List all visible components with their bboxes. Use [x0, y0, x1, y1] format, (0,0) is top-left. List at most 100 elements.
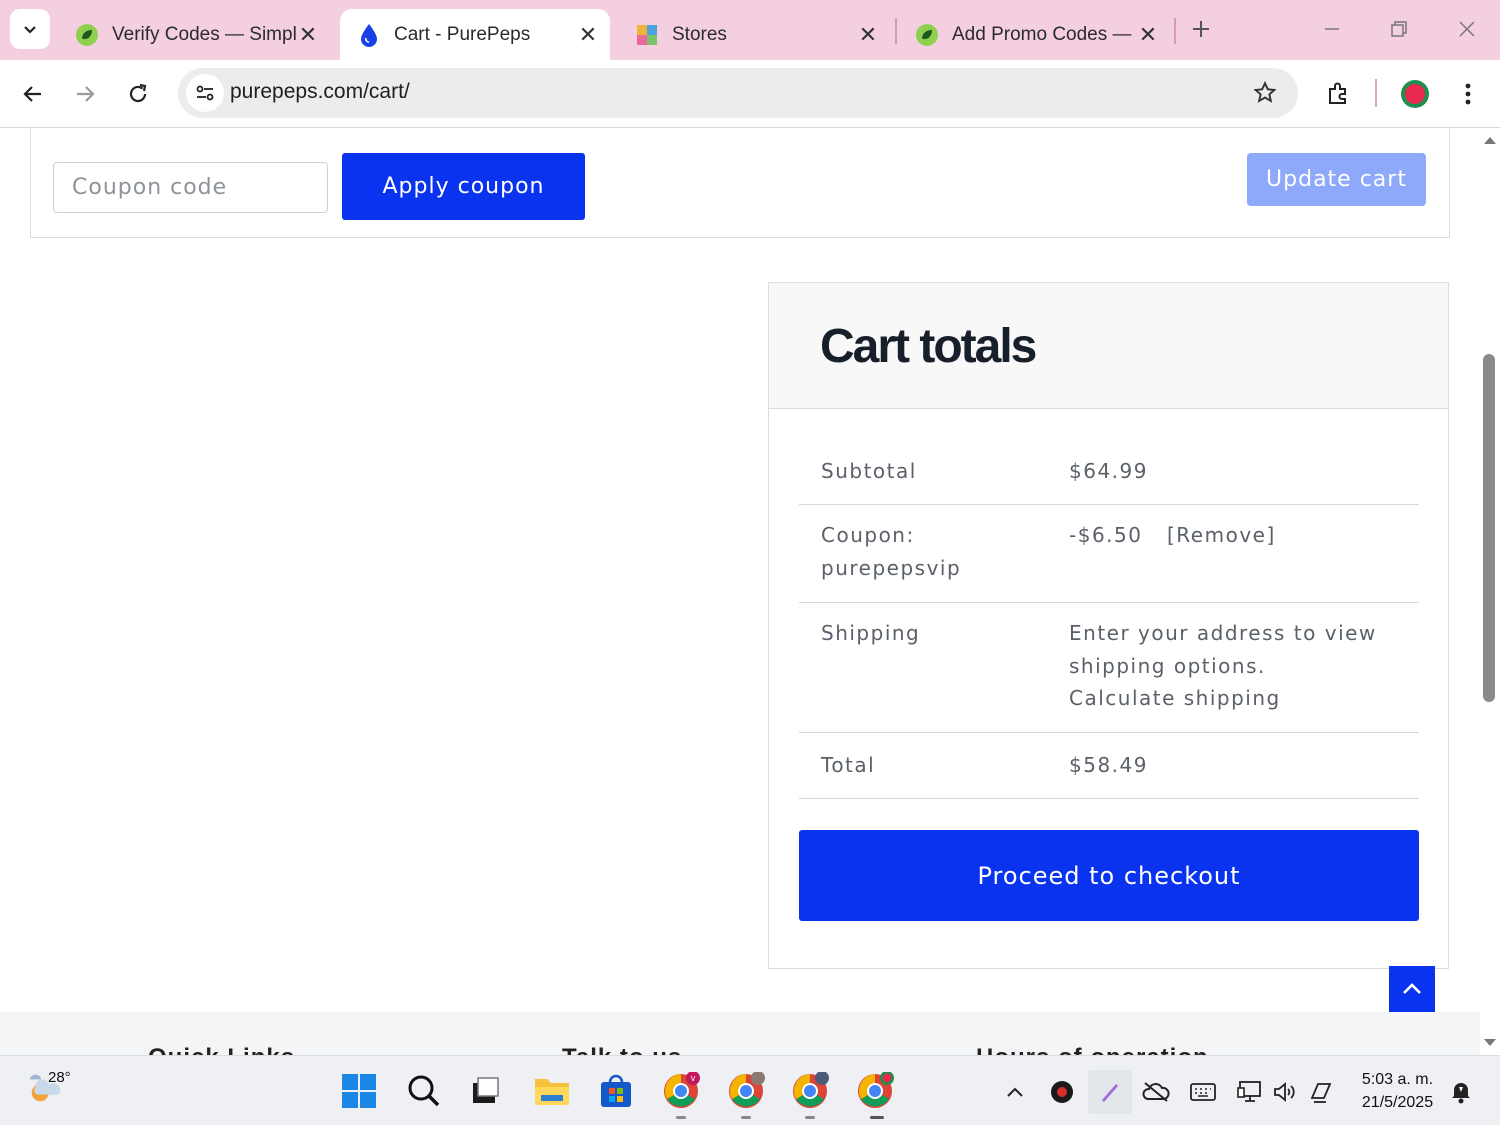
coupon-label: Coupon: [821, 523, 915, 547]
subtotal-label: Subtotal [821, 459, 917, 483]
total-label: Total [821, 753, 876, 777]
total-row: Total $58.49 [799, 733, 1419, 799]
onedrive-offline-icon[interactable] [1142, 1078, 1170, 1106]
tab-verify-codes[interactable]: Verify Codes — Simply ✕ [58, 9, 330, 60]
svg-text:v: v [691, 1073, 696, 1083]
pen-menu-icon[interactable] [1088, 1070, 1132, 1114]
coupon-code-name: purepepsvip [821, 556, 962, 580]
close-icon[interactable]: ✕ [1136, 22, 1160, 47]
running-indicator [870, 1116, 884, 1119]
close-window-button[interactable] [1452, 14, 1482, 44]
remove-coupon-link[interactable]: [Remove] [1167, 519, 1276, 552]
reload-button[interactable] [118, 74, 158, 114]
footer: Quick Links Talk to us Hours of operatio… [0, 1012, 1480, 1055]
reload-icon [129, 83, 147, 103]
chrome-profile-3-button[interactable] [791, 1072, 829, 1110]
address-bar[interactable]: purepeps.com/cart/ [178, 68, 1298, 118]
notifications-icon[interactable] [1447, 1078, 1475, 1106]
show-hidden-icons-button[interactable] [1001, 1078, 1029, 1106]
footer-heading-hours: Hours of operation [976, 1044, 1209, 1055]
start-button[interactable] [340, 1072, 378, 1110]
avatar-icon [1401, 80, 1429, 108]
chrome-profile-4-button[interactable] [856, 1072, 894, 1110]
microsoft-store-button[interactable] [597, 1072, 635, 1110]
chevron-up-icon [1403, 983, 1421, 994]
url-text[interactable]: purepeps.com/cart/ [230, 80, 410, 104]
tray-app-icon[interactable] [1048, 1078, 1076, 1106]
coupon-code-input[interactable] [53, 162, 328, 213]
stores-icon [636, 24, 658, 46]
footer-heading-talk-to-us: Talk to us [562, 1044, 682, 1055]
leaf-icon [916, 23, 938, 46]
chrome-icon [729, 1072, 765, 1108]
close-icon[interactable]: ✕ [576, 22, 600, 47]
store-bag-icon [601, 1074, 631, 1107]
running-indicator [676, 1116, 686, 1119]
chrome-profile-2-button[interactable] [727, 1072, 765, 1110]
close-icon[interactable]: ✕ [856, 22, 880, 47]
page-content: Apply coupon Update cart Cart totals Sub… [0, 128, 1480, 1055]
extensions-button[interactable] [1318, 74, 1358, 114]
apply-coupon-button[interactable]: Apply coupon [342, 153, 585, 220]
battery-icon[interactable] [1307, 1078, 1335, 1106]
new-tab-button[interactable] [1186, 14, 1216, 44]
chrome-profile-v-button[interactable]: v [662, 1072, 700, 1110]
close-icon[interactable]: ✕ [296, 22, 320, 47]
tab-strip: Verify Codes — Simply ✕ Cart - PurePeps … [0, 0, 1500, 60]
update-cart-button[interactable]: Update cart [1247, 153, 1426, 206]
close-icon [1459, 21, 1475, 37]
calculate-shipping-link[interactable]: Calculate shipping [1069, 682, 1281, 715]
plus-icon [1193, 21, 1209, 37]
tab-search-button[interactable] [10, 9, 50, 49]
tab-add-promo-codes[interactable]: Add Promo Codes — S ✕ [898, 9, 1170, 60]
chrome-icon [793, 1072, 829, 1108]
shipping-message-line2: shipping options. [1069, 654, 1266, 678]
proceed-to-checkout-button[interactable]: Proceed to checkout [799, 830, 1419, 921]
minimize-icon [1325, 28, 1339, 30]
scroll-down-arrow-icon[interactable] [1483, 1037, 1497, 1049]
total-value: $58.49 [1069, 753, 1148, 777]
page-scrollbar[interactable] [1480, 128, 1500, 1055]
restore-button[interactable] [1384, 14, 1414, 44]
back-button[interactable] [13, 74, 53, 114]
browser-menu-button[interactable] [1448, 74, 1488, 114]
task-view-button[interactable] [466, 1072, 504, 1110]
arrow-right-icon [77, 86, 95, 102]
minimize-button[interactable] [1317, 14, 1347, 44]
site-info-icon[interactable] [186, 74, 224, 112]
arrow-left-icon [23, 86, 41, 102]
coupon-discount-value: -$6.50 [1069, 523, 1143, 547]
tab-cart-purepeps[interactable]: Cart - PurePeps ✕ [340, 9, 610, 60]
system-clock[interactable]: 5:03 a. m. 21/5/2025 [1350, 1068, 1445, 1114]
running-indicator [741, 1116, 751, 1119]
clock-date: 21/5/2025 [1361, 1094, 1434, 1111]
tab-separator [1174, 18, 1176, 44]
tab-stores[interactable]: Stores ✕ [618, 9, 890, 60]
network-icon[interactable] [1236, 1078, 1264, 1106]
weather-temperature: 28° [48, 1069, 71, 1086]
subtotal-value: $64.99 [1069, 459, 1148, 483]
toolbar-separator [1375, 79, 1377, 107]
tab-title: Verify Codes — Simply [112, 23, 296, 45]
keyboard-icon[interactable] [1189, 1078, 1217, 1106]
shipping-row: Shipping Enter your address to view ship… [799, 603, 1419, 733]
leaf-icon [76, 23, 98, 46]
scroll-up-arrow-icon[interactable] [1483, 134, 1497, 146]
taskbar-search-button[interactable] [405, 1072, 443, 1110]
kebab-menu-icon [1465, 83, 1471, 105]
task-view-icon [473, 1077, 499, 1103]
browser-toolbar: purepeps.com/cart/ [0, 60, 1500, 128]
windows-logo-icon [342, 1074, 376, 1108]
volume-icon[interactable] [1271, 1078, 1299, 1106]
subtotal-row: Subtotal $64.99 [799, 440, 1419, 505]
file-explorer-button[interactable] [533, 1072, 571, 1110]
tab-title: Stores [672, 23, 727, 45]
search-icon [408, 1075, 440, 1107]
clock-time: 5:03 a. m. [1361, 1071, 1434, 1088]
scroll-to-top-button[interactable] [1389, 966, 1435, 1012]
scrollbar-thumb[interactable] [1483, 354, 1495, 702]
bookmark-star-icon[interactable] [1252, 80, 1278, 110]
forward-button[interactable] [65, 74, 105, 114]
profile-avatar[interactable] [1395, 74, 1435, 114]
folder-icon [535, 1079, 569, 1105]
